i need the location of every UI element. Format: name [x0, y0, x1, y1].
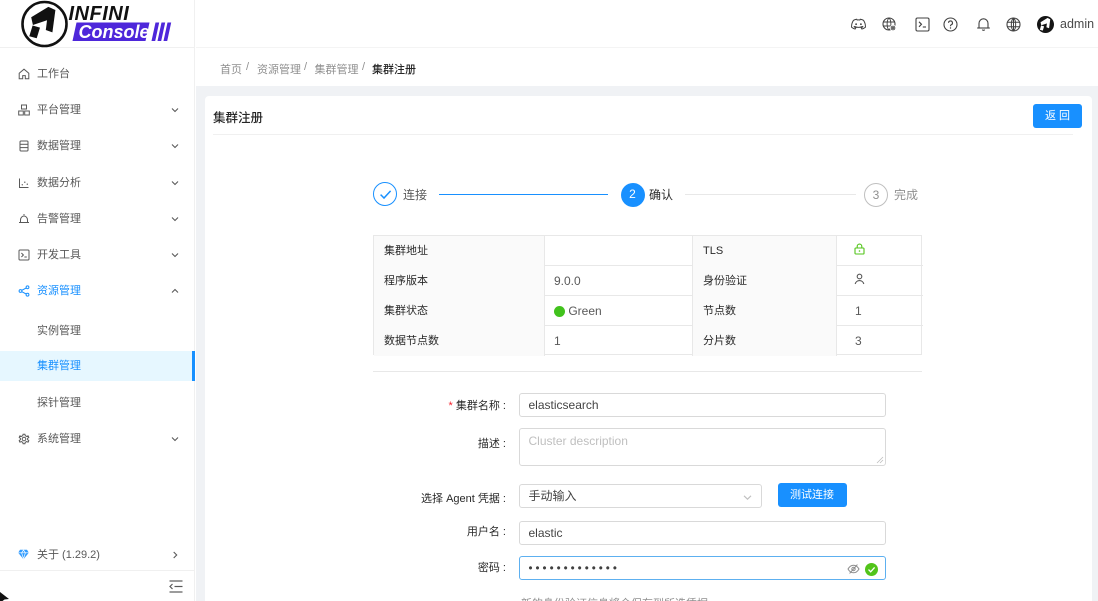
- svg-text:Console: Console: [79, 22, 150, 42]
